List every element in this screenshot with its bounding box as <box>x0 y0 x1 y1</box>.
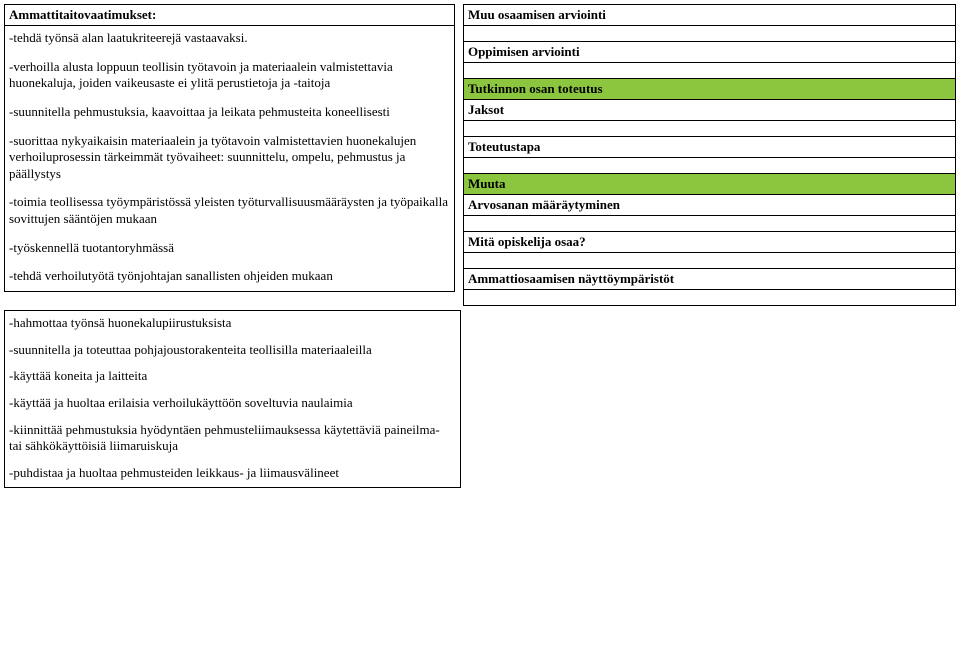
section-jaksot: Jaksot <box>463 100 956 121</box>
box-mita-opiskelija <box>463 253 956 269</box>
req-p: -käyttää koneita ja laitteita <box>9 368 456 385</box>
req-p: -toimia teollisessa työympäristössä ylei… <box>9 194 450 227</box>
left-column: Ammattitaitovaatimukset: -tehdä työnsä a… <box>4 4 461 306</box>
req-p: -tehdä työnsä alan laatukriteerejä vasta… <box>9 30 450 47</box>
section-muuta: Muuta <box>463 174 956 195</box>
box-arvosanan <box>463 216 956 232</box>
section-tutkinnon-osan: Tutkinnon osan toteutus <box>463 79 956 100</box>
page-root: Ammattitaitovaatimukset: -tehdä työnsä a… <box>0 0 960 310</box>
requirements-heading: Ammattitaitovaatimukset: <box>4 4 455 26</box>
req-p: -kiinnittää pehmustuksia hyödyntäen pehm… <box>9 422 456 455</box>
box-nayttoymparistot <box>463 290 956 306</box>
req-p: -puhdistaa ja huoltaa pehmusteiden leikk… <box>9 465 456 482</box>
box-muu-osaamisen <box>463 26 956 42</box>
box-jaksot <box>463 121 956 137</box>
req-p: -verhoilla alusta loppuun teollisin työt… <box>9 59 450 92</box>
section-nayttoymparistot: Ammattiosaamisen näyttöympäristöt <box>463 269 956 290</box>
req-p: -tehdä verhoilutyötä työnjohtajan sanall… <box>9 268 450 285</box>
section-oppimisen: Oppimisen arviointi <box>463 42 956 63</box>
req-p: -hahmottaa työnsä huonekalupiirustuksist… <box>9 315 456 332</box>
box-toteutustapa <box>463 158 956 174</box>
section-mita-opiskelija: Mitä opiskelija osaa? <box>463 232 956 253</box>
requirements-body: -tehdä työnsä alan laatukriteerejä vasta… <box>4 26 455 292</box>
left-column-continued: -hahmottaa työnsä huonekalupiirustuksist… <box>0 310 461 488</box>
req-p: -suorittaa nykyaikaisin materiaalein ja … <box>9 133 450 183</box>
right-column: Muu osaamisen arviointi Oppimisen arvioi… <box>461 4 956 306</box>
req-p: -suunnitella ja toteuttaa pohjajoustorak… <box>9 342 456 359</box>
req-p: -suunnitella pehmustuksia, kaavoittaa ja… <box>9 104 450 121</box>
req-p: -työskennellä tuotantoryhmässä <box>9 240 450 257</box>
box-oppimisen <box>463 63 956 79</box>
section-toteutustapa: Toteutustapa <box>463 137 956 158</box>
requirements-body-2: -hahmottaa työnsä huonekalupiirustuksist… <box>4 310 461 488</box>
req-p: -käyttää ja huoltaa erilaisia verhoilukä… <box>9 395 456 412</box>
section-muu-osaamisen: Muu osaamisen arviointi <box>463 4 956 26</box>
section-arvosanan: Arvosanan määräytyminen <box>463 195 956 216</box>
